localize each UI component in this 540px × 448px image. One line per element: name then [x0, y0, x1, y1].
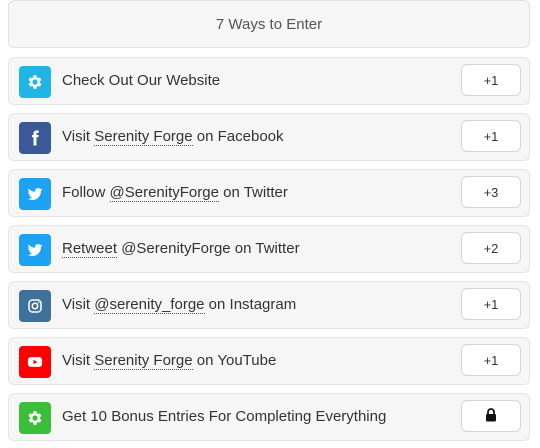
entry-label: Get 10 Bonus Entries For Completing Ever… [62, 394, 386, 440]
entry-label: Visit @serenity_forge on Instagram [62, 282, 296, 328]
instagram-icon [19, 290, 51, 322]
giveaway-entries: 7 Ways to Enter Check Out Our Website +1… [0, 0, 540, 448]
gear-icon [19, 402, 51, 434]
entry-row-youtube[interactable]: Visit Serenity Forge on YouTube +1 [8, 337, 530, 385]
entry-points-button[interactable]: +1 [461, 344, 521, 376]
points-value: +3 [483, 184, 499, 200]
twitter-handle-link[interactable]: @SerenityForge [109, 184, 219, 202]
retweet-link[interactable]: Retweet [62, 240, 118, 258]
entry-row-facebook[interactable]: Visit Serenity Forge on Facebook +1 [8, 113, 530, 161]
entry-row-instagram[interactable]: Visit @serenity_forge on Instagram +1 [8, 281, 530, 329]
entry-text: Visit [62, 128, 95, 145]
entry-label: Check Out Our Website [62, 58, 220, 104]
entry-label: Follow @SerenityForge on Twitter [62, 170, 288, 216]
entry-locked-button[interactable] [461, 400, 521, 432]
entry-row-website[interactable]: Check Out Our Website +1 [8, 57, 530, 105]
entry-text: on Instagram [204, 296, 297, 313]
youtube-icon [19, 346, 51, 378]
serenity-forge-link[interactable]: Serenity Forge [94, 128, 193, 146]
entry-label: Visit Serenity Forge on Facebook [62, 114, 284, 160]
points-value: +2 [483, 240, 499, 256]
entry-text: @SerenityForge on Twitter [117, 240, 300, 257]
entry-text: on YouTube [192, 352, 277, 369]
instagram-handle-link[interactable]: @serenity_forge [94, 296, 205, 314]
entry-points-button[interactable]: +3 [461, 176, 521, 208]
entry-text: Visit [62, 352, 95, 369]
entries-title: 7 Ways to Enter [215, 15, 323, 33]
entry-points-button[interactable]: +2 [461, 232, 521, 264]
entry-text: Check Out Our Website [62, 72, 221, 89]
gear-icon [19, 66, 51, 98]
entry-points-button[interactable]: +1 [461, 288, 521, 320]
points-value: +1 [483, 296, 499, 312]
entry-points-button[interactable]: +1 [461, 120, 521, 152]
entry-text: Visit [62, 296, 95, 313]
points-value: +1 [483, 72, 499, 88]
entry-label: Visit Serenity Forge on YouTube [62, 338, 276, 384]
entry-points-button[interactable]: +1 [461, 64, 521, 96]
twitter-icon [19, 234, 51, 266]
entry-text: Get 10 Bonus Entries For Completing Ever… [62, 408, 387, 425]
points-value: +1 [483, 352, 499, 368]
points-value: +1 [483, 128, 499, 144]
entry-row-twitter-follow[interactable]: Follow @SerenityForge on Twitter +3 [8, 169, 530, 217]
entry-row-bonus[interactable]: Get 10 Bonus Entries For Completing Ever… [8, 393, 530, 441]
entry-text: on Twitter [218, 184, 288, 201]
entries-header: 7 Ways to Enter [8, 0, 530, 48]
twitter-icon [19, 178, 51, 210]
entry-text: Follow [62, 184, 110, 201]
serenity-forge-link[interactable]: Serenity Forge [94, 352, 193, 370]
entry-text: on Facebook [192, 128, 284, 145]
lock-icon [485, 407, 497, 425]
entry-label: Retweet @SerenityForge on Twitter [62, 226, 300, 272]
facebook-icon [19, 122, 51, 154]
entry-row-twitter-retweet[interactable]: Retweet @SerenityForge on Twitter +2 [8, 225, 530, 273]
